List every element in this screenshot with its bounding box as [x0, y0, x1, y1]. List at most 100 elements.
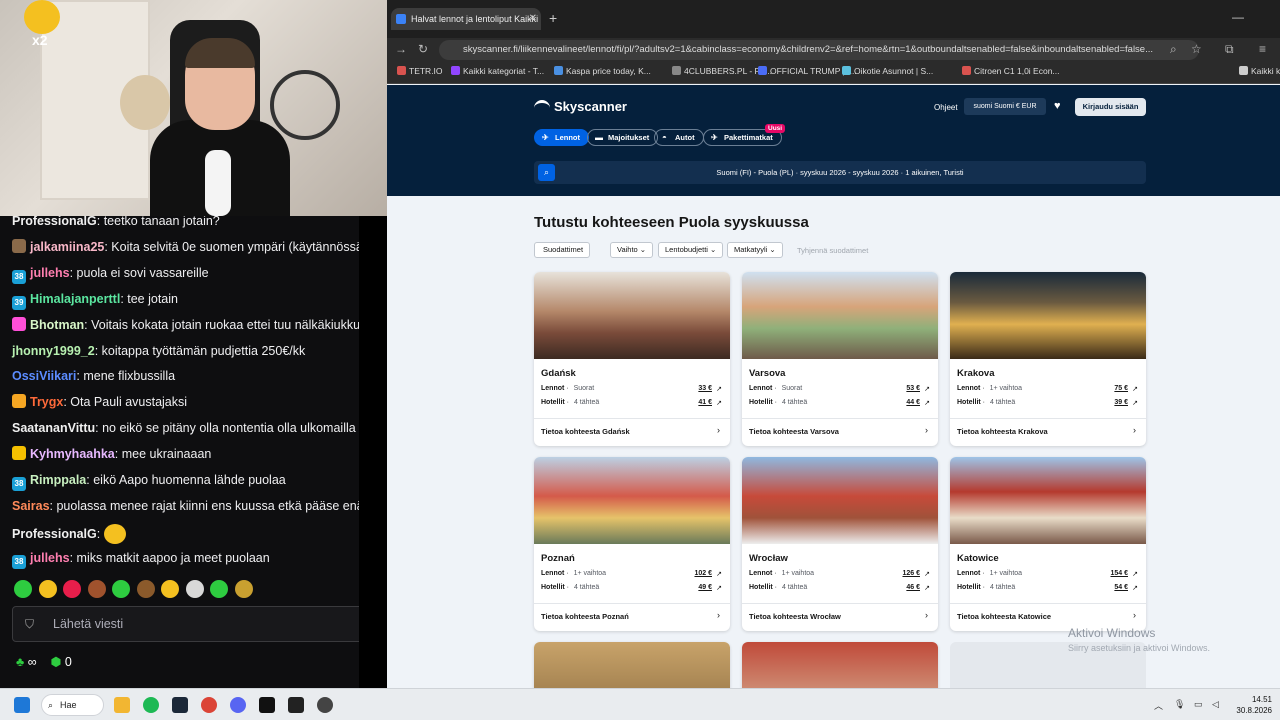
- stops-filter[interactable]: Vaihto ⌄: [610, 242, 654, 258]
- app-x-icon[interactable]: [259, 697, 275, 713]
- sub-badge-icon[interactable]: 39: [12, 295, 26, 310]
- sub-badge-icon[interactable]: [12, 316, 26, 331]
- search-summary-bar[interactable]: Suomi (FI) - Puola (PL) · syyskuu 2026 -…: [534, 161, 1146, 184]
- chat-username[interactable]: jullehs: [30, 551, 70, 565]
- destination-card[interactable]: Varsova Lennot · Suorat 53 € ↗ Hotellit · 4 …: [742, 272, 938, 446]
- volume-icon[interactable]: ◁: [1212, 699, 1219, 710]
- external-link-icon[interactable]: ↗: [716, 570, 722, 578]
- spotify-icon[interactable]: [143, 697, 159, 713]
- reload-icon[interactable]: ↻: [418, 42, 428, 56]
- destination-photo[interactable]: [950, 272, 1146, 359]
- hotel-price-link[interactable]: 41 €: [698, 399, 712, 406]
- taskbar-search[interactable]: ⌕ Hae: [41, 694, 104, 716]
- clear-filters-link[interactable]: Tyhjennä suodattimet: [797, 246, 868, 255]
- destination-photo[interactable]: [534, 457, 730, 544]
- steam-icon[interactable]: [172, 697, 188, 713]
- destination-card-partial[interactable]: [742, 642, 938, 688]
- sub-badge-icon[interactable]: [12, 238, 26, 253]
- external-link-icon[interactable]: ↗: [716, 584, 722, 592]
- sub-badge-icon[interactable]: [12, 446, 26, 461]
- network-icon[interactable]: ▭: [1194, 699, 1203, 710]
- chevron-right-icon[interactable]: ›: [1133, 425, 1136, 435]
- chat-username[interactable]: ProfessionalG: [12, 527, 97, 541]
- chat-input[interactable]: ⛉ Lähetä viesti: [12, 606, 359, 642]
- sidebar-icon[interactable]: ≡: [1259, 42, 1266, 56]
- zoom-icon[interactable]: ⌕: [1170, 42, 1177, 57]
- destination-photo[interactable]: [742, 457, 938, 544]
- extensions-icon[interactable]: ⧉: [1225, 42, 1234, 57]
- close-tab-icon[interactable]: ✕: [529, 8, 537, 30]
- hotel-price-link[interactable]: 49 €: [698, 584, 712, 591]
- sub-badge-icon[interactable]: [12, 394, 26, 409]
- chevron-right-icon[interactable]: ›: [717, 610, 720, 620]
- discord-icon[interactable]: [230, 697, 246, 713]
- new-tab-icon[interactable]: +: [549, 10, 557, 26]
- file-explorer-icon[interactable]: [114, 697, 130, 713]
- destination-photo[interactable]: [534, 272, 730, 359]
- external-link-icon[interactable]: ↗: [924, 385, 930, 393]
- forward-icon[interactable]: →: [395, 42, 407, 56]
- tray-overflow-icon[interactable]: ︿: [1154, 699, 1163, 712]
- chat-username[interactable]: Trygx: [30, 395, 63, 409]
- hotel-price-link[interactable]: 44 €: [906, 399, 920, 406]
- external-link-icon[interactable]: ↗: [1132, 570, 1138, 578]
- nav-flights[interactable]: ✈ Lennot: [534, 129, 589, 146]
- emote-icon[interactable]: [210, 580, 228, 598]
- skyscanner-logo[interactable]: Skyscanner: [534, 99, 627, 114]
- destination-info-link[interactable]: Tietoa kohteesta Poznań: [541, 612, 629, 621]
- channel-points-icon[interactable]: ⬢: [51, 655, 62, 669]
- chat-username[interactable]: Rimppala: [30, 473, 86, 487]
- sub-badge-icon[interactable]: 38: [12, 477, 26, 491]
- external-link-icon[interactable]: ↗: [1132, 385, 1138, 393]
- destination-photo[interactable]: [742, 272, 938, 359]
- hotel-price-link[interactable]: 39 €: [1114, 399, 1128, 406]
- destination-info-link[interactable]: Tietoa kohteesta Varsova: [749, 427, 839, 436]
- chat-username[interactable]: Kyhmyhaahka: [30, 447, 115, 461]
- bookmark-item[interactable]: Kaikki kategoriat - T...: [451, 66, 544, 76]
- bookmark-item[interactable]: Oikotie Asunnot | S...: [842, 66, 933, 76]
- chat-username[interactable]: Sairas: [12, 499, 50, 513]
- destination-card-partial[interactable]: [534, 642, 730, 688]
- bookmark-item[interactable]: Kaikki k: [1239, 66, 1280, 76]
- emote-icon[interactable]: [87, 580, 106, 598]
- chat-username[interactable]: OssiViikari: [12, 369, 76, 383]
- chat-username[interactable]: Himalajanperttl: [30, 292, 120, 306]
- chevron-right-icon[interactable]: ›: [717, 425, 720, 435]
- hotel-price-link[interactable]: 46 €: [906, 584, 920, 591]
- destination-card[interactable]: Katowice Lennot · 1+ vaihtoa 154 € ↗ Hotelli…: [950, 457, 1146, 631]
- chat-username[interactable]: jhonny1999_2: [12, 344, 95, 358]
- bookmark-item[interactable]: Citroen C1 1,0i Econ...: [962, 66, 1060, 76]
- destination-card[interactable]: Krakova Lennot · 1+ vaihtoa 75 € ↗ Hotellit …: [950, 272, 1146, 446]
- nav-cars[interactable]: ◓ Autot: [654, 129, 704, 146]
- destination-info-link[interactable]: Tietoa kohteesta Katowice: [957, 612, 1051, 621]
- style-filter[interactable]: Matkatyyli ⌄: [727, 242, 783, 258]
- search-icon[interactable]: ⌕: [538, 164, 555, 181]
- saved-heart-icon[interactable]: ♥: [1054, 100, 1061, 112]
- flight-price-link[interactable]: 75 €: [1114, 385, 1128, 392]
- external-link-icon[interactable]: ↗: [716, 399, 722, 407]
- external-link-icon[interactable]: ↗: [924, 584, 930, 592]
- emote-icon[interactable]: [14, 580, 32, 598]
- budget-filter[interactable]: Lentobudjetti ⌄: [658, 242, 724, 258]
- filters-button[interactable]: Suodattimet: [534, 242, 591, 258]
- destination-info-link[interactable]: Tietoa kohteesta Gdańsk: [541, 427, 630, 436]
- address-bar[interactable]: skyscanner.fi/liikennevalineet/lennot/fi…: [439, 40, 1199, 60]
- flight-price-link[interactable]: 102 €: [694, 570, 712, 577]
- emote-icon[interactable]: [112, 580, 130, 598]
- emote-icon[interactable]: [63, 580, 81, 598]
- chevron-right-icon[interactable]: ›: [1133, 610, 1136, 620]
- chat-username[interactable]: ProfessionalG: [12, 216, 97, 228]
- chevron-right-icon[interactable]: ›: [925, 425, 928, 435]
- emote-icon[interactable]: [161, 580, 179, 598]
- flight-price-link[interactable]: 33 €: [698, 385, 712, 392]
- destination-card[interactable]: Gdańsk Lennot · Suorat 33 € ↗ Hotellit · 4 t…: [534, 272, 730, 446]
- emote-icon[interactable]: [38, 580, 57, 598]
- windows-start-icon[interactable]: [14, 697, 30, 713]
- app-rl-icon[interactable]: [288, 697, 304, 713]
- chat-username[interactable]: Bhotman: [30, 318, 84, 332]
- nav-hotels[interactable]: ▬ Majoitukset: [587, 129, 659, 146]
- flight-price-link[interactable]: 154 €: [1110, 570, 1128, 577]
- bookmark-item[interactable]: Kaspa price today, K...: [554, 66, 651, 76]
- locale-selector[interactable]: suomi Suomi € EUR: [964, 98, 1046, 115]
- emote-icon[interactable]: [136, 580, 155, 598]
